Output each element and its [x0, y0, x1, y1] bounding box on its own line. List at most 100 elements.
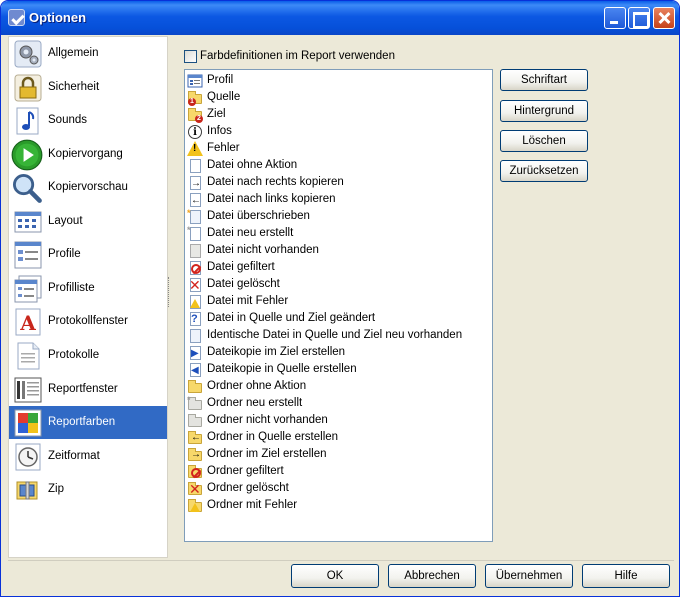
folder-deleted-icon: ✕ [188, 481, 202, 497]
list-item[interactable]: Ordner nicht vorhanden [186, 412, 491, 429]
file-deleted-icon: ✕ [189, 277, 201, 293]
list-item[interactable]: ? Datei in Quelle und Ziel geändert [186, 310, 491, 327]
options-category-list: Allgemein Sicherheit Sounds Kopiervorgan… [8, 36, 168, 558]
app-check-icon [8, 9, 25, 26]
list-item-label: Profil [207, 74, 234, 86]
file-arrow-right-icon: → [190, 176, 201, 190]
list-item[interactable]: 1 Quelle [186, 89, 491, 106]
sidebar-item-reportfenster[interactable]: Reportfenster [9, 373, 167, 406]
window-title: Optionen [29, 10, 87, 25]
sidebar-item-reportfarben[interactable]: Reportfarben [9, 406, 167, 439]
list-item[interactable]: ◀ Dateikopie in Quelle erstellen [186, 361, 491, 378]
list-item[interactable]: → Ordner im Ziel erstellen [186, 446, 491, 463]
report-color-list[interactable]: Profil 1 Quelle 2 Ziel i Infos ! Fehler … [184, 69, 493, 542]
list-item[interactable]: Ordner ohne Aktion [186, 378, 491, 395]
list-item-label: Fehler [207, 142, 240, 154]
options-dialog: Optionen Allgemein Sicherheit Sounds Kop… [0, 0, 680, 597]
zip-icon [16, 481, 38, 500]
sidebar-item-label: Protokolle [48, 349, 100, 361]
list-item-label: Dateikopie in Quelle erstellen [207, 363, 357, 375]
clock-icon [15, 443, 41, 471]
sidebar-item-protokolle[interactable]: Protokolle [9, 339, 167, 372]
list-item-label: Datei überschrieben [207, 210, 310, 222]
sidebar-item-layout[interactable]: Layout [9, 205, 167, 238]
font-button[interactable]: Schriftart [500, 69, 588, 91]
folder-icon [187, 379, 203, 395]
folder-new-icon: * [187, 396, 203, 412]
list-item[interactable]: Datei nicht vorhanden [186, 242, 491, 259]
cancel-button[interactable]: Abbrechen [388, 564, 476, 588]
list-item[interactable]: Datei mit Fehler [186, 293, 491, 310]
list-item[interactable]: ▶ Dateikopie im Ziel erstellen [186, 344, 491, 361]
list-item-label: Infos [207, 125, 232, 137]
list-item[interactable]: i Infos [186, 123, 491, 140]
list-item[interactable]: ← Datei nach links kopieren [186, 191, 491, 208]
list-item-label: Datei gelöscht [207, 278, 280, 290]
help-button[interactable]: Hilfe [582, 564, 670, 588]
target-folder-icon: 2 [187, 107, 203, 123]
list-item-label: Ordner in Quelle erstellen [207, 431, 339, 443]
profile-list-icon [14, 241, 42, 269]
file-missing-icon [187, 243, 203, 259]
list-item-label: Ordner ohne Aktion [207, 380, 307, 392]
list-item[interactable]: ✕ Ordner gelöscht [186, 480, 491, 497]
sidebar-item-label: Zeitformat [48, 450, 100, 462]
use-color-definitions-checkbox[interactable] [184, 50, 197, 63]
sidebar-item-sounds[interactable]: Sounds [9, 104, 167, 137]
title-bar[interactable]: Optionen [1, 1, 679, 35]
sidebar-item-zeitformat[interactable]: Zeitformat [9, 440, 167, 473]
list-item[interactable]: Ordner mit Fehler [186, 497, 491, 514]
use-color-definitions-label: Farbdefinitionen im Report verwenden [200, 50, 395, 62]
file-arrow-left-icon: ← [190, 193, 201, 207]
sidebar-item-kopiervorgang[interactable]: Kopiervorgang [9, 138, 167, 171]
sidebar-item-label: Allgemein [48, 47, 99, 59]
ok-button[interactable]: OK [291, 564, 379, 588]
sidebar-item-allgemein[interactable]: Allgemein [9, 37, 167, 70]
list-item[interactable]: ! Fehler [186, 140, 491, 157]
sidebar-item-profilliste[interactable]: Profilliste [9, 272, 167, 305]
list-item[interactable]: 2 Ziel [186, 106, 491, 123]
sidebar-item-zip[interactable]: Zip [9, 473, 167, 506]
list-item[interactable]: Datei ohne Aktion [186, 157, 491, 174]
sidebar-item-protokollfenster[interactable]: A Protokollfenster [9, 305, 167, 338]
layout-icon [14, 211, 42, 233]
sidebar-item-label: Kopiervorschau [48, 181, 128, 193]
close-button[interactable] [653, 7, 675, 29]
list-item-label: Ordner gelöscht [207, 482, 289, 494]
magnifier-icon [12, 174, 42, 203]
list-item[interactable]: ← Ordner in Quelle erstellen [186, 429, 491, 446]
apply-button[interactable]: Übernehmen [485, 564, 573, 588]
color-palette-icon [14, 409, 42, 437]
list-item-label: Datei nach links kopieren [207, 193, 336, 205]
sidebar-item-profile[interactable]: Profile [9, 238, 167, 271]
minimize-button[interactable] [604, 7, 626, 29]
list-item[interactable]: Ordner gefiltert [186, 463, 491, 480]
sidebar-item-kopiervorschau[interactable]: Kopiervorschau [9, 171, 167, 204]
list-item[interactable]: * Ordner neu erstellt [186, 395, 491, 412]
list-item-label: Ziel [207, 108, 226, 120]
sidebar-item-label: Sicherheit [48, 81, 100, 93]
list-item[interactable]: * Datei überschrieben [186, 208, 491, 225]
list-item-label: Ordner nicht vorhanden [207, 414, 328, 426]
list-item[interactable]: ✕ Datei gelöscht [186, 276, 491, 293]
list-item[interactable]: → Datei nach rechts kopieren [186, 174, 491, 191]
folder-arrow-left-icon: ← [187, 430, 203, 446]
reset-button[interactable]: Zurücksetzen [500, 160, 588, 182]
file-copy-source-icon: ◀ [187, 362, 203, 378]
folder-filtered-icon [187, 464, 203, 480]
maximize-button[interactable] [628, 7, 650, 29]
sidebar-item-sicherheit[interactable]: Sicherheit [9, 71, 167, 104]
list-item[interactable]: Datei gefiltert [186, 259, 491, 276]
info-icon: i [187, 124, 203, 140]
list-item[interactable]: Identische Datei in Quelle und Ziel neu … [186, 327, 491, 344]
delete-button[interactable]: Löschen [500, 130, 588, 152]
list-item[interactable]: Profil [186, 72, 491, 89]
list-item-label: Ordner gefiltert [207, 465, 284, 477]
sidebar-item-label: Profile [48, 248, 81, 260]
document-icon [17, 342, 40, 370]
music-note-icon [16, 107, 39, 135]
list-item[interactable]: * Datei neu erstellt [186, 225, 491, 242]
splitter-handle[interactable] [168, 277, 171, 307]
background-button[interactable]: Hintergrund [500, 100, 588, 122]
file-icon [187, 158, 203, 174]
